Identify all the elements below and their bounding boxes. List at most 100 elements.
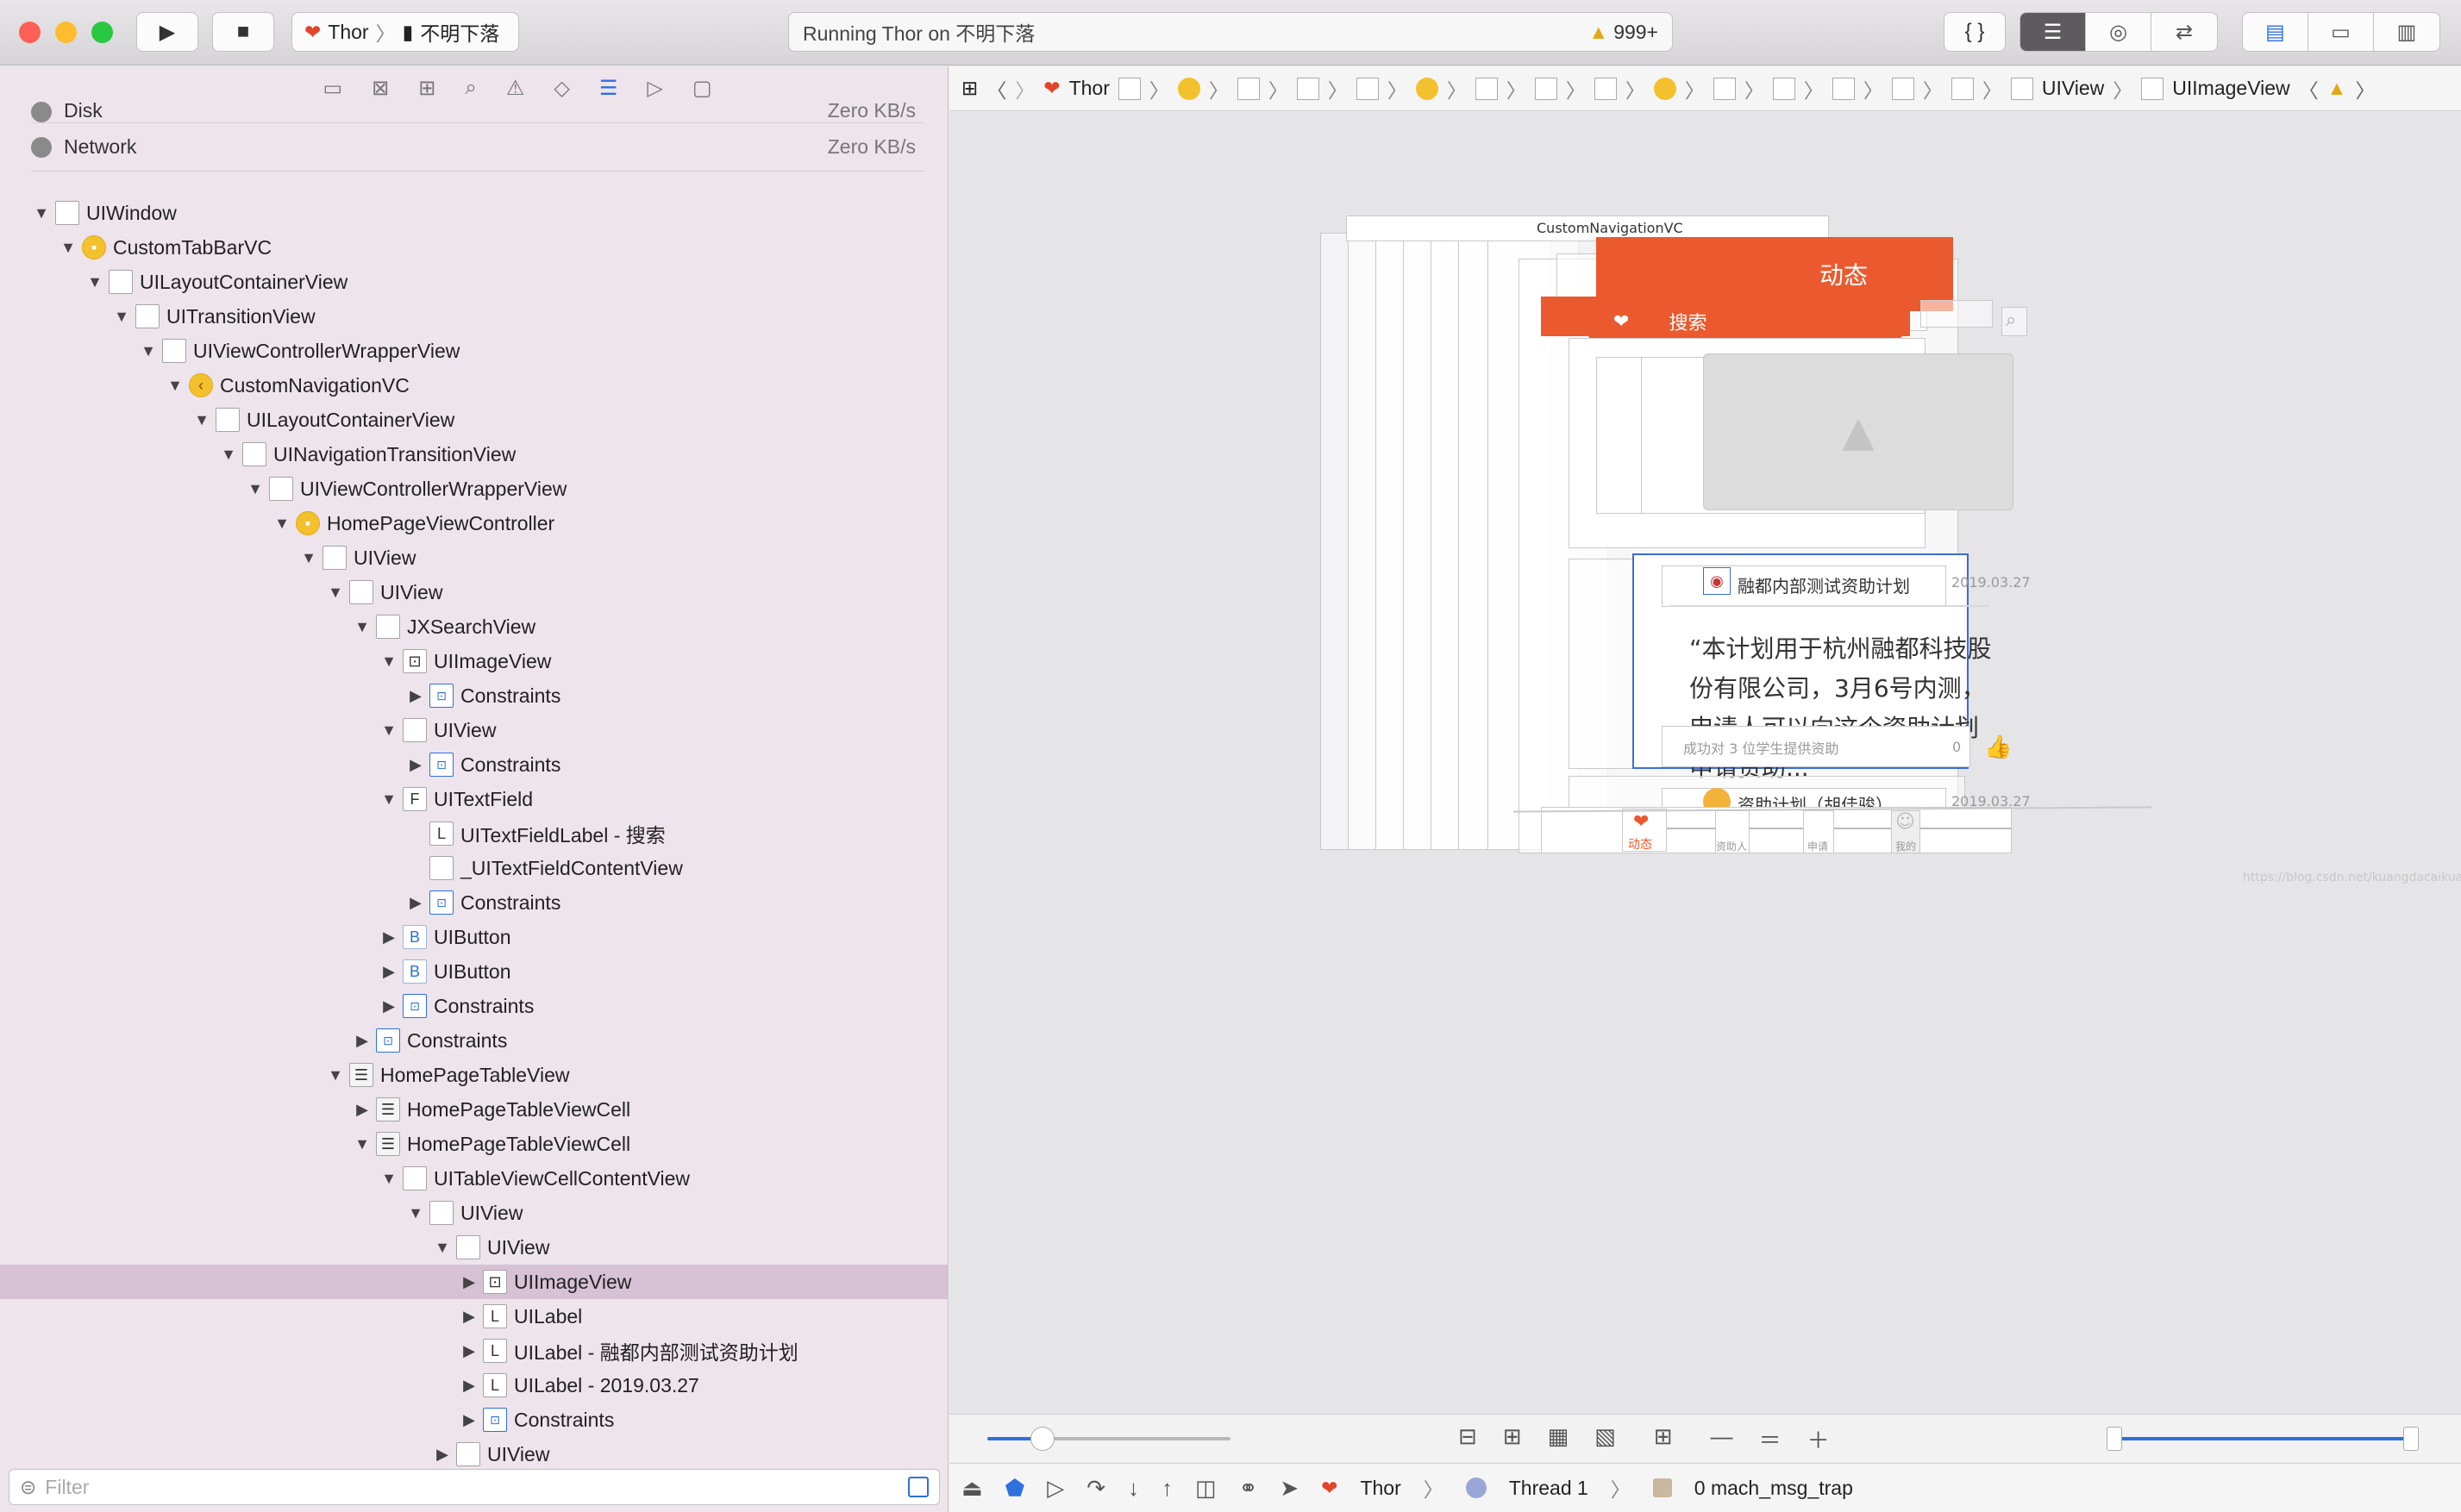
tree-row[interactable]: ▼ F UITextField bbox=[0, 782, 948, 816]
tab-bar[interactable] bbox=[1541, 807, 2012, 853]
close-window-button[interactable] bbox=[19, 22, 41, 43]
tree-row[interactable]: ▶ UIView bbox=[0, 1437, 948, 1471]
range-slider[interactable] bbox=[2107, 1427, 2419, 1451]
jump-tail-image[interactable]: UIImageView bbox=[2172, 77, 2289, 100]
navigator-toggle-icon[interactable]: ▤ bbox=[2243, 13, 2308, 51]
memory-graph-icon[interactable]: ⚭ bbox=[1239, 1475, 1258, 1502]
tab-item-shenqing[interactable]: 申请 bbox=[1803, 810, 1834, 853]
tree-row[interactable]: ▶ ⊡ Constraints bbox=[0, 747, 948, 782]
wireframe-icon[interactable]: ▦ bbox=[1548, 1423, 1569, 1455]
disk-gauge[interactable]: Disk Zero KB/s bbox=[31, 97, 924, 123]
orient-icon[interactable]: ⊞ bbox=[1654, 1423, 1673, 1455]
card1-title[interactable]: 融都内部测试资助计划 bbox=[1738, 572, 1910, 597]
cell-crumb-icon[interactable] bbox=[1832, 77, 1855, 100]
disclosure-expanded-icon[interactable]: ▼ bbox=[379, 653, 399, 671]
hide-debug-area-icon[interactable]: ⏏ bbox=[961, 1475, 983, 1502]
tree-row[interactable]: ▶ ⊡ Constraints bbox=[0, 989, 948, 1023]
tree-row[interactable]: ▶ L UILabel bbox=[0, 1299, 948, 1334]
step-into-icon[interactable]: ↓ bbox=[1128, 1475, 1139, 1502]
tree-row[interactable]: ▼ UIView bbox=[0, 540, 948, 575]
disclosure-collapsed-icon[interactable]: ▶ bbox=[432, 1446, 453, 1464]
tree-row[interactable]: ▶ ⊡ UIImageView bbox=[0, 1265, 948, 1299]
disclosure-expanded-icon[interactable]: ▼ bbox=[379, 722, 399, 740]
disclosure-expanded-icon[interactable]: ▼ bbox=[85, 273, 105, 291]
tree-row[interactable]: ▼ UIViewControllerWrapperView bbox=[0, 334, 948, 368]
disclosure-expanded-icon[interactable]: ▼ bbox=[111, 308, 132, 326]
contents-icon[interactable]: ▧ bbox=[1594, 1423, 1616, 1455]
image-crumb-icon[interactable] bbox=[2141, 77, 2164, 100]
standard-editor-icon[interactable]: ☰ bbox=[2020, 13, 2086, 51]
vc-crumb-icon[interactable] bbox=[1653, 77, 1676, 100]
disclosure-expanded-icon[interactable]: ▼ bbox=[432, 1239, 453, 1257]
view-crumb-icon[interactable] bbox=[1891, 77, 1914, 100]
zoom-out-icon[interactable]: — bbox=[1711, 1423, 1733, 1455]
view-crumb-icon[interactable] bbox=[1475, 77, 1498, 100]
simulate-location-icon[interactable]: ➤ bbox=[1280, 1475, 1299, 1502]
tree-row[interactable]: ▼ ▪ CustomTabBarVC bbox=[0, 230, 948, 265]
disclosure-collapsed-icon[interactable]: ▶ bbox=[459, 1273, 479, 1291]
disclosure-expanded-icon[interactable]: ▼ bbox=[325, 584, 346, 602]
tab-item-wode[interactable]: ☺ 我的 bbox=[1891, 810, 1920, 853]
tree-row[interactable]: ▶ ⊡ Constraints bbox=[0, 1403, 948, 1437]
tree-row[interactable]: ▼ UIView bbox=[0, 713, 948, 747]
jump-project[interactable]: Thor bbox=[1069, 77, 1110, 100]
disclosure-expanded-icon[interactable]: ▼ bbox=[191, 411, 212, 429]
debug-frame[interactable]: 0 mach_msg_trap bbox=[1694, 1477, 1853, 1500]
disclosure-expanded-icon[interactable]: ▼ bbox=[165, 377, 185, 395]
disclosure-expanded-icon[interactable]: ▼ bbox=[379, 790, 399, 809]
spacing-slider[interactable] bbox=[987, 1427, 1230, 1451]
disclosure-collapsed-icon[interactable]: ▶ bbox=[379, 997, 399, 1015]
tree-row[interactable]: L UITextFieldLabel - 搜索 bbox=[0, 816, 948, 851]
library-button[interactable]: { } bbox=[1944, 12, 2006, 52]
disclosure-expanded-icon[interactable]: ▼ bbox=[379, 1170, 399, 1188]
view-crumb-icon[interactable] bbox=[1594, 77, 1617, 100]
run-button[interactable]: ▶ bbox=[136, 12, 198, 52]
inspector-toggle-icon[interactable]: ▥ bbox=[2374, 13, 2439, 51]
disclosure-expanded-icon[interactable]: ▼ bbox=[31, 204, 52, 222]
clip-content-icon[interactable]: ⊟ bbox=[1458, 1423, 1477, 1455]
zoom-in-icon[interactable]: ＋ bbox=[1807, 1423, 1830, 1455]
thumbs-up-icon[interactable]: 👍 bbox=[1984, 734, 2012, 760]
warnings-badge[interactable]: ▲ 999+ bbox=[1588, 21, 1658, 44]
disclosure-collapsed-icon[interactable]: ▶ bbox=[405, 687, 426, 705]
card1-logo-icon[interactable]: ◉ bbox=[1703, 567, 1731, 595]
range-max-handle[interactable] bbox=[2403, 1427, 2419, 1451]
breakpoints-toggle-icon[interactable]: ⬟ bbox=[1005, 1475, 1025, 1502]
nav-crumb-icon[interactable] bbox=[1415, 77, 1438, 100]
tree-row[interactable]: ▼ ☰ HomePageTableViewCell bbox=[0, 1127, 948, 1161]
disclosure-collapsed-icon[interactable]: ▶ bbox=[459, 1411, 479, 1429]
view-crumb-icon[interactable] bbox=[1118, 77, 1141, 100]
tree-row[interactable]: ▶ ⊡ Constraints bbox=[0, 885, 948, 920]
banner-image-placeholder[interactable]: ▲ bbox=[1703, 353, 2013, 510]
minimize-window-button[interactable] bbox=[55, 22, 77, 43]
forward-icon[interactable]: 〉 bbox=[1015, 74, 1035, 103]
disclosure-expanded-icon[interactable]: ▼ bbox=[272, 515, 292, 533]
view-crumb-icon[interactable] bbox=[1713, 77, 1736, 100]
disclosure-collapsed-icon[interactable]: ▶ bbox=[379, 928, 399, 947]
tab-item-zizhuren[interactable]: 资助人 bbox=[1715, 810, 1750, 853]
disclosure-expanded-icon[interactable]: ▼ bbox=[405, 1204, 426, 1222]
card1-footer[interactable]: 成功对 3 位学生提供资助 0 bbox=[1662, 726, 1970, 767]
scheme-selector[interactable]: ❤ Thor 〉 ▮ 不明下落 bbox=[291, 12, 519, 52]
card1-date[interactable]: 2019.03.27 bbox=[1951, 574, 2031, 590]
tree-row[interactable]: ▼ ▪ HomePageViewController bbox=[0, 506, 948, 540]
assistant-editor-icon[interactable]: ◎ bbox=[2086, 13, 2151, 51]
debug-process[interactable]: Thor bbox=[1360, 1477, 1400, 1500]
next-issue-icon[interactable]: 〉 bbox=[2355, 74, 2375, 103]
disclosure-collapsed-icon[interactable]: ▶ bbox=[459, 1308, 479, 1326]
disclosure-expanded-icon[interactable]: ▼ bbox=[298, 549, 319, 567]
step-out-icon[interactable]: ↑ bbox=[1162, 1475, 1173, 1502]
view-crumb-icon[interactable] bbox=[1296, 77, 1319, 100]
tree-row[interactable]: ▶ B UIButton bbox=[0, 954, 948, 989]
disclosure-expanded-icon[interactable]: ▼ bbox=[325, 1066, 346, 1084]
tree-row[interactable]: ▼ UITableViewCellContentView bbox=[0, 1161, 948, 1196]
table-crumb-icon[interactable] bbox=[1772, 77, 1795, 100]
version-editor-icon[interactable]: ⇄ bbox=[2151, 13, 2217, 51]
show-constraints-icon[interactable]: ⊞ bbox=[1503, 1423, 1522, 1455]
filter-options-icon[interactable] bbox=[908, 1477, 929, 1497]
spacing-slider-knob[interactable] bbox=[1030, 1427, 1055, 1451]
view-crumb-icon[interactable] bbox=[1237, 77, 1260, 100]
tree-row[interactable]: ▶ ⊡ Constraints bbox=[0, 678, 948, 713]
tree-row[interactable]: ▶ ⊡ Constraints bbox=[0, 1023, 948, 1058]
view-crumb-icon[interactable] bbox=[1534, 77, 1557, 100]
